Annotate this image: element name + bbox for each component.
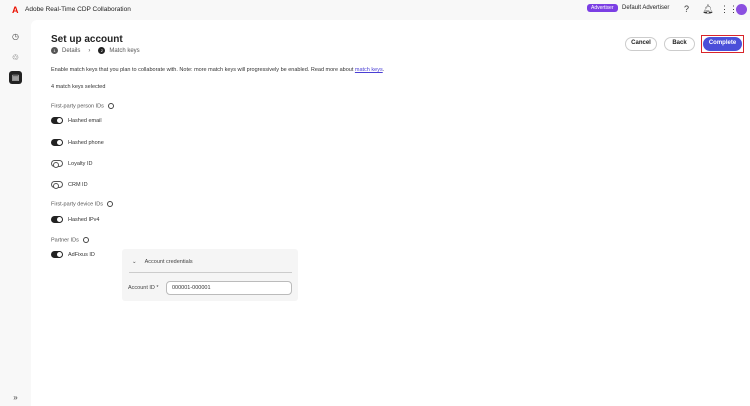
complete-button[interactable]: Complete (703, 37, 742, 51)
expand-sidebar-icon[interactable]: » (9, 391, 22, 404)
account-credentials-panel: ⌄ Account credentials Account ID * 000001… (122, 249, 298, 301)
setup-icon[interactable]: ▤ (9, 71, 22, 84)
top-bar: A Adobe Real-Time CDP Collaboration Adve… (0, 0, 750, 20)
bell-icon[interactable]: 🔔︎ (702, 4, 713, 15)
toggle-hashed-email[interactable]: Hashed email (51, 117, 102, 124)
toggle-switch[interactable] (51, 181, 63, 189)
section-partner-ids: Partner IDs (51, 237, 79, 244)
toggle-label: Hashed email (68, 117, 102, 124)
credentials-header[interactable]: ⌄ Account credentials (132, 259, 193, 265)
back-button[interactable]: Back (664, 37, 695, 51)
step-match-keys[interactable]: Match keys (109, 48, 139, 54)
toggle-switch[interactable] (51, 216, 63, 223)
sidebar: ◷ ♲ ▤ » (0, 20, 31, 406)
main-content: Set up account 1 Details › 2 Match keys … (31, 20, 750, 406)
collaborate-icon[interactable]: ♲ (9, 51, 22, 64)
step-details[interactable]: Details (62, 48, 80, 54)
toggle-label: Hashed phone (68, 139, 104, 146)
section-label: Partner IDs (51, 237, 89, 243)
info-icon[interactable] (107, 103, 114, 109)
toggle-label: Hashed IPv4 (68, 216, 100, 223)
match-keys-link[interactable]: match keys (355, 67, 383, 73)
section-label: First-party person IDs (51, 103, 114, 109)
history-icon[interactable]: ◷ (9, 30, 22, 43)
toggle-switch[interactable] (51, 160, 63, 168)
account-id-label: Account ID * (128, 285, 159, 291)
info-icon[interactable] (82, 237, 89, 243)
toggle-switch[interactable] (51, 139, 63, 146)
credentials-title: Account credentials (144, 259, 193, 265)
chevron-right-icon: › (88, 47, 91, 54)
toggle-label: Loyalty ID (68, 160, 93, 167)
avatar[interactable] (736, 4, 747, 15)
toggle-hashed-phone[interactable]: Hashed phone (51, 139, 104, 146)
role-badge: Advertiser (587, 4, 618, 12)
account-switcher[interactable]: Default Advertiser (622, 5, 669, 11)
cancel-button[interactable]: Cancel (625, 37, 657, 51)
description-text: Enable match keys that you plan to colla… (51, 67, 354, 73)
divider (129, 272, 292, 273)
page-title: Set up account (51, 34, 123, 45)
toggle-label: AdFixus ID (68, 251, 95, 258)
description: Enable match keys that you plan to colla… (51, 67, 385, 73)
section-person-ids: First-party person IDs (51, 103, 104, 110)
toggle-label: CRM ID (68, 181, 88, 188)
toggle-hashed-ipv4[interactable]: Hashed IPv4 (51, 216, 100, 223)
section-device-ids: First-party device IDs (51, 201, 103, 208)
toggle-switch[interactable] (51, 117, 63, 124)
toggle-switch[interactable] (51, 251, 63, 258)
step-number: 1 (51, 47, 58, 54)
help-icon[interactable]: ? (684, 4, 689, 14)
selected-count: 4 match keys selected (51, 84, 106, 90)
toggle-crm-id[interactable]: CRM ID (51, 181, 88, 189)
toggle-loyalty-id[interactable]: Loyalty ID (51, 160, 93, 168)
toggle-adfixus-id[interactable]: AdFixus ID (51, 251, 95, 258)
account-id-input[interactable]: 000001-000001 (166, 281, 292, 295)
stepper: 1 Details › 2 Match keys (51, 47, 140, 54)
step-number: 2 (98, 47, 106, 54)
chevron-down-icon: ⌄ (132, 259, 137, 265)
section-label: First-party device IDs (51, 201, 113, 207)
info-icon[interactable] (106, 201, 113, 207)
app-title: Adobe Real-Time CDP Collaboration (25, 6, 131, 13)
adobe-logo-icon: A (12, 5, 19, 15)
